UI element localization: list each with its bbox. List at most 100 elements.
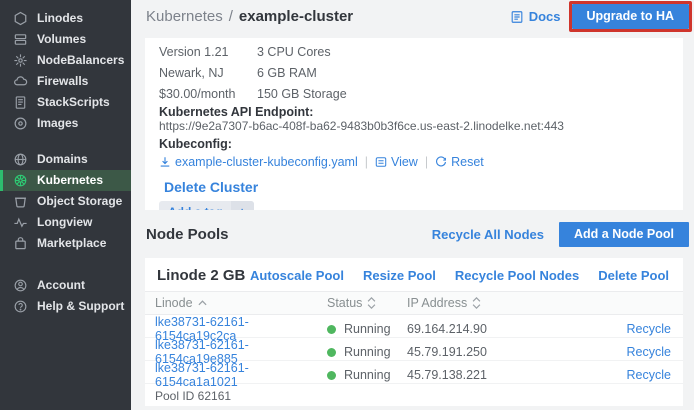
cluster-summary-card: Version 1.21 3 CPU Cores Newark, NJ 6 GB…: [145, 38, 683, 210]
recycle-all-nodes-link[interactable]: Recycle All Nodes: [432, 227, 544, 242]
account-user-icon: [13, 278, 28, 293]
sidebar-item-marketplace[interactable]: Marketplace: [0, 233, 131, 254]
sidebar-item-firewalls[interactable]: Firewalls: [0, 71, 131, 92]
sidebar-item-label: Images: [37, 116, 78, 131]
sidebar-item-label: Marketplace: [37, 236, 106, 251]
download-icon: [159, 156, 171, 168]
view-label: View: [391, 155, 418, 169]
node-pools-header-actions: Recycle All Nodes Add a Node Pool: [432, 222, 689, 247]
column-label: IP Address: [407, 296, 467, 310]
status-cell: Running: [327, 345, 407, 359]
sidebar-group-compute: Linodes Volumes NodeBalancers Firewalls: [0, 8, 131, 134]
sidebar-item-linodes[interactable]: Linodes: [0, 8, 131, 29]
kubeconfig-actions: example-cluster-kubeconfig.yaml | View |…: [159, 153, 669, 170]
sidebar-item-label: Volumes: [37, 32, 86, 47]
kubeconfig-view-link[interactable]: View: [375, 155, 418, 169]
column-label: Linode: [155, 296, 193, 310]
column-header-linode[interactable]: Linode: [155, 296, 327, 310]
divider: |: [365, 155, 368, 169]
sidebar: Linodes Volumes NodeBalancers Firewalls: [0, 0, 131, 410]
status-running-dot: [327, 348, 336, 357]
recycle-node-link[interactable]: Recycle: [609, 368, 671, 382]
breadcrumb: Kubernetes / example-cluster: [146, 8, 353, 25]
table-row: lke38731-62161-6154ca19c2ca Running 69.1…: [145, 315, 683, 338]
sidebar-item-nodebalancers[interactable]: NodeBalancers: [0, 50, 131, 71]
sidebar-item-stackscripts[interactable]: StackScripts: [0, 92, 131, 113]
recycle-pool-nodes-link[interactable]: Recycle Pool Nodes: [455, 268, 579, 283]
reset-label: Reset: [451, 155, 484, 169]
plus-icon: +: [231, 201, 254, 210]
sidebar-item-help-support[interactable]: Help & Support: [0, 296, 131, 317]
status-running-dot: [327, 325, 336, 334]
spec-ram: 6 GB RAM: [257, 66, 669, 80]
sort-both-icon: [367, 297, 376, 309]
status-label: Running: [344, 345, 391, 359]
sidebar-group-account: Account Help & Support: [0, 275, 131, 317]
view-icon: [375, 156, 387, 168]
pool-actions: Autoscale Pool Resize Pool Recycle Pool …: [250, 268, 669, 283]
kubeconfig-filename: example-cluster-kubeconfig.yaml: [175, 155, 358, 169]
sidebar-item-label: Object Storage: [37, 194, 122, 209]
sidebar-group-services: Domains Kubernetes Object Storage Longvi…: [0, 149, 131, 254]
ip-address: 69.164.214.90: [407, 322, 609, 336]
node-link[interactable]: lke38731-62161-6154ca1a1021: [155, 361, 327, 389]
delete-pool-link[interactable]: Delete Pool: [598, 268, 669, 283]
breadcrumb-separator: /: [229, 8, 233, 25]
marketplace-bag-icon: [13, 236, 28, 251]
sidebar-item-account[interactable]: Account: [0, 275, 131, 296]
spec-storage: 150 GB Storage: [257, 87, 669, 101]
sidebar-item-label: Help & Support: [37, 299, 124, 314]
kubeconfig-reset-link[interactable]: Reset: [435, 155, 484, 169]
longview-pulse-icon: [13, 215, 28, 230]
pool-name: Linode 2 GB: [157, 267, 245, 284]
node-pools-header: Node Pools Recycle All Nodes Add a Node …: [131, 210, 694, 258]
breadcrumb-section-link[interactable]: Kubernetes: [146, 8, 223, 25]
sidebar-item-label: Firewalls: [37, 74, 88, 89]
resize-pool-link[interactable]: Resize Pool: [363, 268, 436, 283]
sidebar-item-volumes[interactable]: Volumes: [0, 29, 131, 50]
status-label: Running: [344, 368, 391, 382]
recycle-node-link[interactable]: Recycle: [609, 345, 671, 359]
add-tag-label: Add a tag: [159, 201, 231, 210]
firewall-cloud-icon: [13, 74, 28, 89]
divider: |: [425, 155, 428, 169]
sidebar-item-images[interactable]: Images: [0, 113, 131, 134]
sidebar-item-label: Linodes: [37, 11, 83, 26]
delete-cluster-button[interactable]: Delete Cluster: [164, 179, 669, 195]
add-node-pool-button[interactable]: Add a Node Pool: [559, 222, 689, 247]
docs-document-icon: [510, 10, 524, 24]
kubernetes-wheel-icon: [13, 173, 28, 188]
sidebar-item-kubernetes[interactable]: Kubernetes: [0, 170, 131, 191]
status-cell: Running: [327, 368, 407, 382]
api-endpoint-label: Kubernetes API Endpoint:: [159, 105, 669, 119]
pool-head: Linode 2 GB Autoscale Pool Resize Pool R…: [145, 258, 683, 291]
nodebalancer-icon: [13, 53, 28, 68]
sidebar-item-longview[interactable]: Longview: [0, 212, 131, 233]
volumes-icon: [13, 32, 28, 47]
sidebar-item-label: Account: [37, 278, 85, 293]
kubeconfig-download-link[interactable]: example-cluster-kubeconfig.yaml: [159, 155, 358, 169]
sidebar-item-label: Kubernetes: [37, 173, 103, 188]
status-label: Running: [344, 322, 391, 336]
sort-both-icon: [472, 297, 481, 309]
sidebar-item-domains[interactable]: Domains: [0, 149, 131, 170]
spec-version: Version 1.21: [159, 45, 257, 59]
bucket-icon: [13, 194, 28, 209]
spec-price: $30.00/month: [159, 87, 257, 101]
cluster-specs: Version 1.21 3 CPU Cores Newark, NJ 6 GB…: [159, 43, 669, 101]
upgrade-to-ha-button[interactable]: Upgrade to HA: [572, 4, 690, 29]
docs-link[interactable]: Docs: [510, 9, 561, 24]
sidebar-item-object-storage[interactable]: Object Storage: [0, 191, 131, 212]
sort-asc-icon: [198, 300, 207, 306]
breadcrumb-current: example-cluster: [239, 8, 353, 25]
column-header-status[interactable]: Status: [327, 296, 407, 310]
annotation-highlight-box: Upgrade to HA: [569, 1, 693, 32]
autoscale-pool-link[interactable]: Autoscale Pool: [250, 268, 344, 283]
ip-address: 45.79.191.250: [407, 345, 609, 359]
add-tag-button[interactable]: Add a tag +: [159, 201, 254, 210]
spec-cpu: 3 CPU Cores: [257, 45, 669, 59]
column-header-ip[interactable]: IP Address: [407, 296, 609, 310]
recycle-node-link[interactable]: Recycle: [609, 322, 671, 336]
table-row: lke38731-62161-6154ca19e885 Running 45.7…: [145, 338, 683, 361]
images-disc-icon: [13, 116, 28, 131]
